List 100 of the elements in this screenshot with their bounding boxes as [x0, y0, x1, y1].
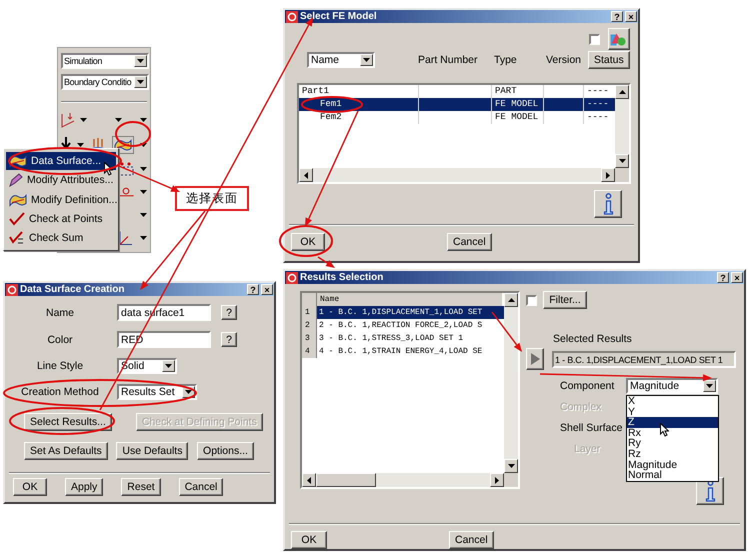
table-row[interactable]: 1 1 - B.C. 1,DISPLACEMENT_1,LOAD SET	[302, 306, 504, 319]
arrow-button[interactable]	[526, 348, 544, 370]
dropdown[interactable]: Results Set	[117, 384, 197, 400]
scrollbar-thumb[interactable]	[316, 473, 376, 487]
caret-icon	[115, 118, 122, 122]
caret-icon	[185, 390, 192, 394]
cursor-icon	[104, 162, 113, 176]
dropdown[interactable]: Simulation	[61, 53, 149, 69]
dialog-button[interactable]: OK	[13, 478, 47, 496]
dialog-button[interactable]: Reset	[121, 478, 161, 496]
dialog-button[interactable]: OK	[291, 531, 327, 549]
left-arrow-icon	[307, 476, 311, 484]
caret-icon	[140, 167, 147, 171]
table-cell-text: 2 - B.C. 1,REACTION FORCE_2,LOAD S	[318, 320, 484, 332]
scrollbar[interactable]	[302, 473, 504, 487]
table-row[interactable]: 2 2 - B.C. 1,REACTION FORCE_2,LOAD S	[302, 319, 504, 332]
help-button[interactable]: ?	[717, 272, 729, 283]
down-arrow-icon	[508, 464, 514, 468]
app-icon	[286, 272, 298, 284]
window-title: Data Surface Creation	[20, 284, 124, 295]
close-button[interactable]: ×	[731, 272, 743, 283]
cursor-icon	[660, 423, 669, 437]
caret-icon	[165, 364, 172, 368]
row-number: 2	[302, 319, 317, 332]
help-button[interactable]: ?	[221, 305, 237, 320]
dialog-button[interactable]: Cancel	[447, 233, 492, 251]
play-icon	[530, 353, 540, 365]
scrollbar[interactable]	[504, 293, 518, 473]
menu-item[interactable]: Check Sum	[6, 228, 116, 248]
field-label: Creation Method	[20, 386, 100, 398]
close-button[interactable]: ×	[625, 11, 637, 22]
caret-icon	[137, 59, 144, 63]
axes-icon	[118, 231, 134, 245]
list-option[interactable]: Normal	[627, 470, 718, 481]
dialog-button[interactable]: Cancel	[178, 478, 224, 496]
scrollbar[interactable]	[299, 168, 615, 182]
info-button[interactable]	[594, 190, 622, 218]
dotted-frame-icon	[118, 162, 134, 176]
table-row[interactable]: 4 4 - B.C. 1,STRAIN ENERGY_4,LOAD SE	[302, 345, 504, 358]
menu-item[interactable]: Modify Definition...	[6, 190, 116, 209]
table-cell: Fem2	[299, 111, 419, 124]
app-icon	[6, 284, 18, 296]
scrollbar-corner	[504, 473, 518, 487]
option-label: Shell Surface	[560, 422, 624, 434]
list-option[interactable]: Rz	[627, 448, 718, 460]
close-button[interactable]: ×	[261, 284, 273, 295]
highlight-ellipse	[301, 96, 363, 113]
checkmark-icon	[9, 212, 25, 226]
menu-item[interactable]: Data Surface...	[6, 152, 116, 170]
option-label: Component	[560, 380, 616, 392]
dropdown[interactable]: Magnitude	[626, 378, 718, 394]
table-row[interactable]: Fem2 FE MODEL ----	[299, 111, 615, 124]
help-button[interactable]: ?	[221, 332, 237, 347]
table-cell: Fem1	[299, 98, 419, 111]
dropdown[interactable]: Name	[307, 52, 375, 68]
action-button[interactable]: Select Results...	[24, 413, 112, 431]
up-arrow-icon	[618, 90, 626, 94]
help-button[interactable]: ?	[611, 11, 623, 22]
dialog-button[interactable]: Apply	[65, 478, 104, 496]
row-number: 3	[302, 332, 317, 345]
surface-icon	[9, 154, 27, 168]
dropdown[interactable]: Boundary Conditio	[61, 74, 149, 90]
list-option[interactable]: Ry	[627, 438, 718, 449]
caret-icon	[140, 143, 147, 147]
window-title: Select FE Model	[300, 11, 377, 22]
table-cell-text: 3 - B.C. 1,STRESS_3,LOAD SET 1	[318, 333, 464, 345]
list-option[interactable]: Z	[627, 417, 718, 428]
menu-item[interactable]: Check at Points	[6, 210, 116, 228]
scrollbar-corner	[615, 168, 629, 182]
list-option[interactable]: X	[627, 396, 718, 407]
list-option[interactable]: Rx	[627, 428, 718, 438]
table-row[interactable]: 3 3 - B.C. 1,STRESS_3,LOAD SET 1	[302, 332, 504, 345]
dialog-button[interactable]: OK	[291, 233, 325, 251]
section-label: Selected Results	[553, 333, 633, 345]
table-cell-text: 1 - B.C. 1,DISPLACEMENT_1,LOAD SET	[318, 307, 484, 319]
action-button[interactable]: Set As Defaults	[24, 442, 108, 460]
help-button[interactable]: ?	[247, 284, 259, 295]
window-title: Results Selection	[300, 272, 384, 283]
column-header: Name	[317, 293, 502, 306]
row-number: 4	[302, 345, 317, 358]
menu-item[interactable]: Modify Attributes...	[6, 171, 116, 190]
model-button[interactable]	[608, 28, 630, 50]
status-button[interactable]: Status	[588, 51, 630, 69]
list-option[interactable]: Y	[627, 406, 718, 418]
pencil-icon	[9, 173, 23, 188]
checkbox[interactable]	[526, 294, 537, 306]
action-button[interactable]: Options...	[197, 442, 254, 460]
table-cell-text: 4 - B.C. 1,STRAIN ENERGY_4,LOAD SE	[318, 346, 484, 358]
list-option[interactable]: Magnitude	[627, 460, 718, 470]
action-button[interactable]: Use Defaults	[116, 442, 188, 460]
scrollbar[interactable]	[615, 85, 629, 168]
caret-icon	[80, 118, 87, 122]
checkmark-icon	[9, 230, 25, 245]
right-arrow-icon	[606, 172, 610, 178]
checkbox[interactable]	[589, 34, 600, 44]
table-row[interactable]: Fem1 FE MODEL ----	[299, 98, 615, 111]
field-label: Color	[46, 334, 74, 346]
dialog-button[interactable]: Cancel	[449, 531, 494, 549]
table-cell-text: ----	[586, 85, 610, 98]
filter-button[interactable]: Filter...	[543, 291, 587, 309]
